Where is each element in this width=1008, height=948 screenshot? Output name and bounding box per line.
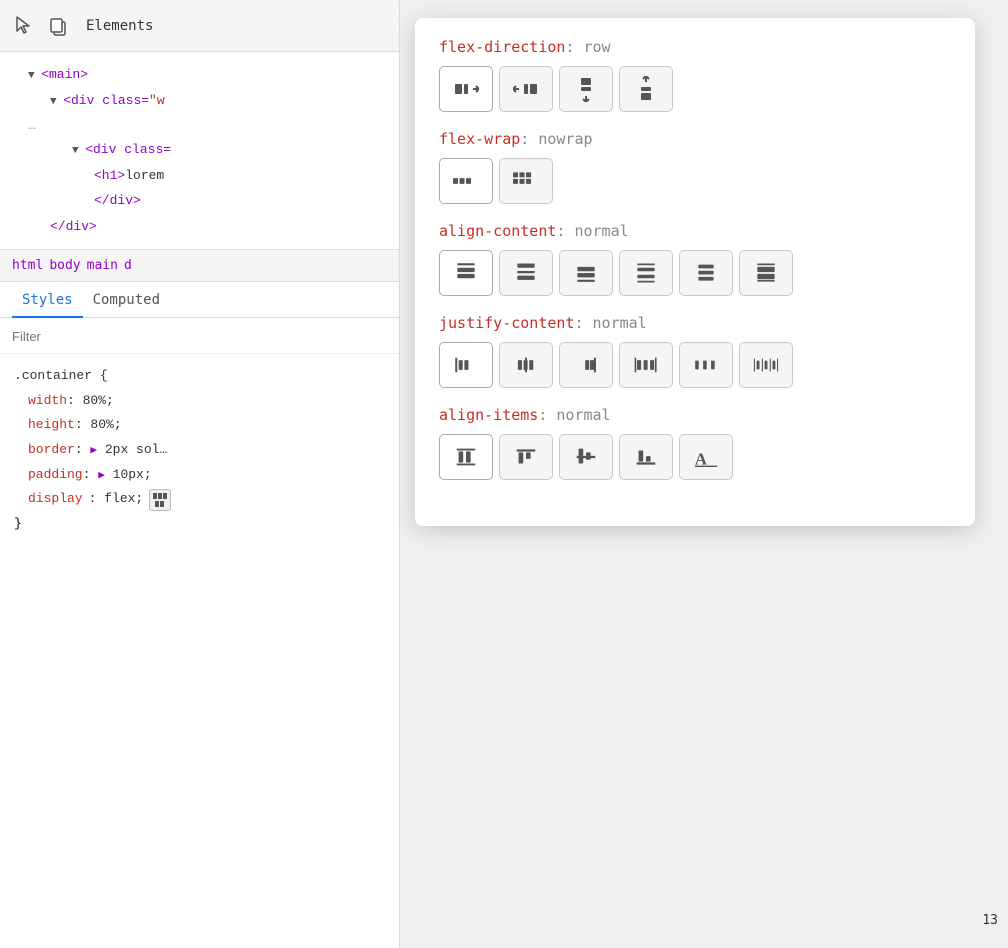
css-border: border: ▶ 2px sol… xyxy=(14,438,385,463)
justify-center[interactable] xyxy=(499,342,553,388)
flex-wrap-wrap[interactable] xyxy=(499,158,553,204)
tab-computed[interactable]: Computed xyxy=(83,282,170,318)
filter-input[interactable] xyxy=(12,329,387,344)
justify-start[interactable] xyxy=(439,342,493,388)
breadcrumb-html[interactable]: html xyxy=(12,258,43,273)
flex-dir-row[interactable] xyxy=(439,66,493,112)
justify-end[interactable] xyxy=(559,342,613,388)
css-padding: padding: ▶ 10px; xyxy=(14,463,385,488)
tree-h1[interactable]: <h1>lorem xyxy=(0,163,399,188)
align-items-stretch[interactable] xyxy=(439,434,493,480)
align-content-center[interactable] xyxy=(499,250,553,296)
align-items-buttons: A xyxy=(439,434,951,480)
align-items-end[interactable] xyxy=(619,434,673,480)
css-close: } xyxy=(14,512,385,537)
align-items-center[interactable] xyxy=(559,434,613,480)
align-content-end[interactable] xyxy=(559,250,613,296)
align-content-start[interactable] xyxy=(439,250,493,296)
css-display: display: flex; xyxy=(14,487,385,512)
justify-space-around[interactable] xyxy=(679,342,733,388)
breadcrumb-body[interactable]: body xyxy=(49,258,80,273)
toolbar: Elements xyxy=(0,0,399,52)
flex-icon-inline[interactable] xyxy=(149,489,171,511)
breadcrumb-d[interactable]: d xyxy=(124,258,132,273)
align-content-section: align-content: normal xyxy=(439,222,951,296)
svg-text:A: A xyxy=(695,449,707,468)
flex-dir-column-reverse[interactable] xyxy=(619,66,673,112)
align-content-stretch[interactable] xyxy=(739,250,793,296)
align-items-baseline[interactable]: A xyxy=(679,434,733,480)
copy-icon[interactable] xyxy=(44,12,72,40)
css-width: width: 80%; xyxy=(14,389,385,414)
css-selector: .container { xyxy=(14,364,385,389)
flex-dir-row-reverse[interactable] xyxy=(499,66,553,112)
flex-wrap-buttons xyxy=(439,158,951,204)
justify-space-between[interactable] xyxy=(619,342,673,388)
tree-main[interactable]: ▼ <main> xyxy=(0,62,399,88)
tree-div-close-2[interactable]: </div> xyxy=(0,214,399,239)
flexbox-editor: flex-direction: row xyxy=(415,18,975,526)
html-tree: ▼ <main> ▼ <div class="w … ▼ <div class=… xyxy=(0,52,399,249)
tree-dots: … xyxy=(0,114,399,137)
align-content-space-between[interactable] xyxy=(619,250,673,296)
align-items-section: align-items: normal xyxy=(439,406,951,480)
tree-div-2[interactable]: ▼ <div class= xyxy=(0,137,399,163)
tree-div-close-1[interactable]: </div> xyxy=(0,188,399,213)
flex-wrap-label: flex-wrap: nowrap xyxy=(439,130,951,148)
css-rules: .container { width: 80%; height: 80%; bo… xyxy=(0,354,399,547)
justify-space-evenly[interactable] xyxy=(739,342,793,388)
tab-styles[interactable]: Styles xyxy=(12,282,83,318)
devtools-panel: Elements ▼ <main> ▼ <div class="w … ▼ <d… xyxy=(0,0,400,948)
bottom-number: 13 xyxy=(982,913,998,928)
tree-div-1[interactable]: ▼ <div class="w xyxy=(0,88,399,114)
justify-content-label: justify-content: normal xyxy=(439,314,951,332)
style-tabs: Styles Computed xyxy=(0,282,399,318)
flex-direction-label: flex-direction: row xyxy=(439,38,951,56)
flex-direction-section: flex-direction: row xyxy=(439,38,951,112)
cursor-icon[interactable] xyxy=(10,12,38,40)
breadcrumb-main[interactable]: main xyxy=(87,258,118,273)
align-items-start[interactable] xyxy=(499,434,553,480)
filter-bar[interactable] xyxy=(0,318,399,354)
elements-tab[interactable]: Elements xyxy=(78,14,161,38)
flex-dir-column[interactable] xyxy=(559,66,613,112)
align-content-space-around[interactable] xyxy=(679,250,733,296)
css-height: height: 80%; xyxy=(14,413,385,438)
breadcrumb: html body main d xyxy=(0,249,399,282)
flex-wrap-section: flex-wrap: nowrap xyxy=(439,130,951,204)
justify-content-section: justify-content: normal xyxy=(439,314,951,388)
flex-direction-buttons xyxy=(439,66,951,112)
align-items-label: align-items: normal xyxy=(439,406,951,424)
flex-wrap-nowrap[interactable] xyxy=(439,158,493,204)
justify-content-buttons xyxy=(439,342,951,388)
align-content-buttons xyxy=(439,250,951,296)
align-content-label: align-content: normal xyxy=(439,222,951,240)
